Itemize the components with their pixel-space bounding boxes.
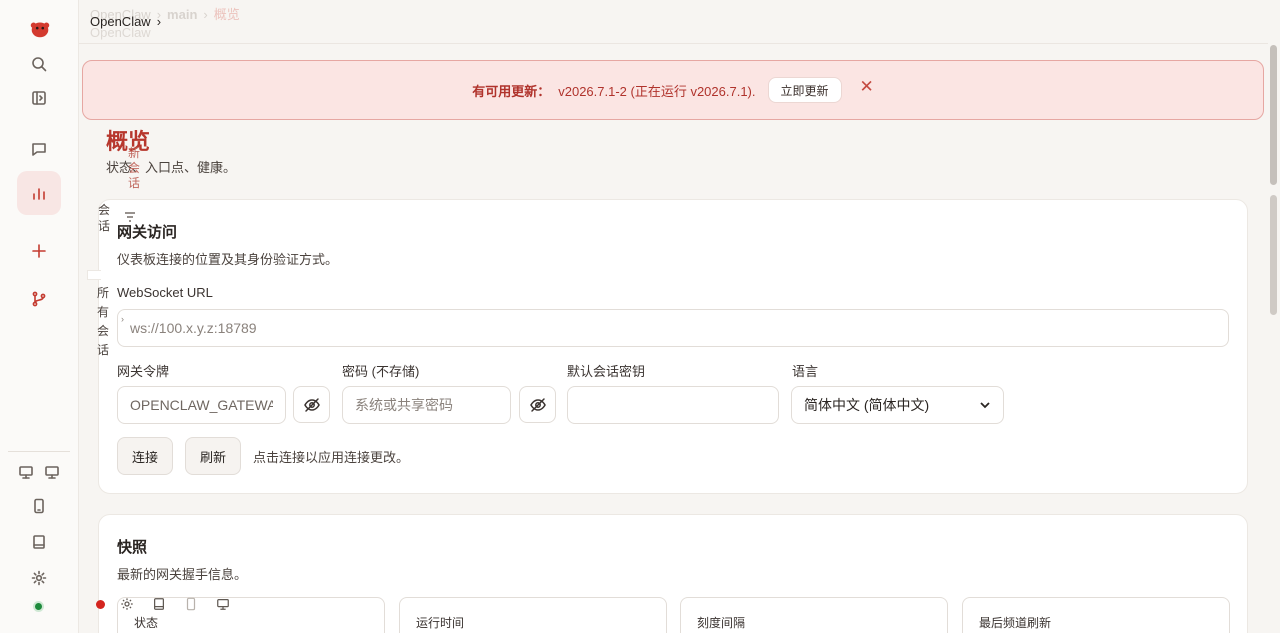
chat-icon[interactable] — [28, 138, 50, 160]
update-banner: 有可用更新： v2026.7.1-2 (正在运行 v2026.7.1). 立即更新… — [82, 60, 1264, 120]
stat-card: 刻度间隔 — [680, 597, 948, 633]
stat-label: 状态 — [134, 616, 159, 630]
update-version: v2026.7.1-2 (正在运行 v2026.7.1). — [558, 83, 756, 99]
chevron-down-icon — [980, 402, 990, 409]
snapshot-description: 最新的网关握手信息。 — [117, 567, 248, 582]
language-selected-value: 简体中文 (简体中文) — [804, 397, 930, 413]
password-label: 密码 (不存储) — [342, 364, 420, 379]
eye-off-icon — [529, 397, 546, 412]
header-divider — [79, 43, 1280, 44]
snapshot-card: 快照 最新的网关握手信息。 状态 运行时间 刻度间隔 最后频道刷新 — [98, 514, 1248, 633]
breadcrumb-current: 概览 — [213, 7, 240, 22]
default-session-key-label: 默认会话密钥 — [567, 364, 646, 379]
all-sessions-overlay-label[interactable]: 所有会话 — [97, 284, 111, 360]
scrollbar-thumb-secondary[interactable] — [1270, 195, 1277, 315]
session-overlay-label[interactable]: 会话 — [98, 202, 112, 234]
book-icon[interactable] — [28, 531, 50, 553]
password-visibility-toggle[interactable] — [519, 386, 556, 423]
gateway-access-card: 网关访问 仪表板连接的位置及其身份验证方式。 WebSocket URL › 网… — [98, 199, 1248, 494]
sidebar-toggle-icon[interactable] — [28, 87, 50, 109]
connect-button[interactable]: 连接 — [117, 437, 173, 475]
language-label: 语言 — [792, 364, 819, 379]
websocket-url-input[interactable] — [117, 309, 1229, 347]
default-session-key-input[interactable] — [567, 386, 779, 424]
plus-icon[interactable] — [28, 240, 50, 262]
left-rail — [0, 0, 79, 633]
phone-icon[interactable] — [28, 495, 50, 517]
monitor-icon[interactable] — [41, 461, 63, 483]
connect-hint: 点击连接以应用连接更改。 — [253, 450, 410, 465]
breadcrumb-ghost-2: OpenClaw — [90, 25, 151, 40]
snapshot-title: 快照 — [117, 539, 148, 556]
close-icon[interactable]: ✕ — [860, 77, 874, 97]
rail-divider — [8, 451, 70, 452]
gateway-token-label: 网关令牌 — [117, 364, 170, 379]
branch-icon[interactable] — [28, 288, 50, 310]
settings-gear-icon[interactable] — [119, 596, 135, 612]
new-session-overlay-label[interactable]: 新会话 — [128, 146, 142, 191]
floating-toolbar — [96, 596, 247, 612]
stat-label: 最后频道刷新 — [979, 616, 1052, 630]
app-logo-icon[interactable] — [27, 16, 53, 42]
book-icon[interactable] — [151, 596, 167, 612]
filter-icon[interactable] — [123, 210, 137, 227]
refresh-button[interactable]: 刷新 — [185, 437, 241, 475]
eye-off-icon — [303, 397, 320, 412]
bar-chart-icon[interactable] — [28, 182, 50, 204]
stat-card: 最后频道刷新 — [962, 597, 1230, 633]
page-subtitle: 状态、入口点、健康。 — [106, 160, 237, 175]
token-visibility-toggle[interactable] — [293, 386, 330, 423]
phone-icon[interactable] — [183, 596, 199, 612]
breadcrumb-item[interactable]: main — [167, 7, 197, 22]
search-icon[interactable] — [28, 53, 50, 75]
password-input[interactable] — [342, 386, 511, 424]
gateway-description: 仪表板连接的位置及其身份验证方式。 — [117, 252, 339, 267]
overlay-tab-stub — [87, 270, 101, 280]
stat-label: 运行时间 — [416, 616, 465, 630]
language-select[interactable]: 简体中文 (简体中文) — [791, 386, 1004, 424]
connection-status-dot — [33, 601, 44, 612]
update-prefix: 有可用更新： — [472, 83, 551, 99]
scrollbar-thumb[interactable] — [1270, 45, 1277, 185]
stat-card: 运行时间 — [399, 597, 667, 633]
error-status-dot — [96, 599, 105, 609]
websocket-url-label: WebSocket URL — [117, 285, 213, 300]
monitor-icon[interactable] — [215, 596, 231, 612]
gateway-token-input[interactable] — [117, 386, 286, 424]
stat-label: 刻度间隔 — [697, 616, 746, 630]
chevron-right-icon: › — [121, 314, 124, 324]
update-now-button[interactable]: 立即更新 — [767, 77, 842, 103]
update-message: 有可用更新： v2026.7.1-2 (正在运行 v2026.7.1). — [472, 81, 755, 100]
settings-gear-icon[interactable] — [28, 567, 50, 589]
desktop-icon[interactable] — [15, 461, 37, 483]
